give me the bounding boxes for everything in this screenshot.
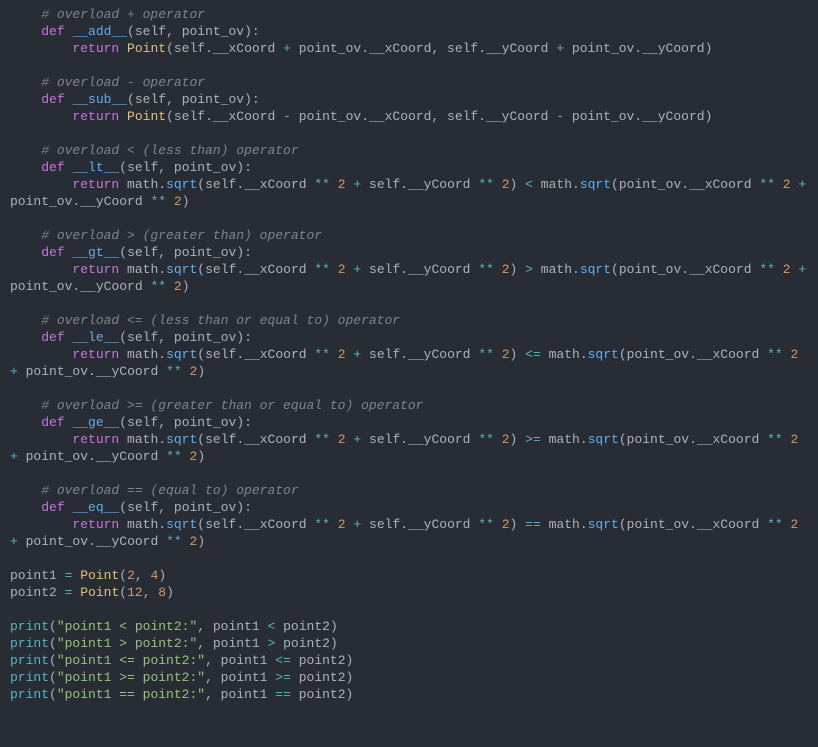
method-lt: __lt__ <box>72 160 119 175</box>
print-call: print <box>10 619 49 634</box>
comment-ge: # overload >= (greater than or equal to)… <box>41 398 423 413</box>
comment-sub: # overload - operator <box>41 75 205 90</box>
comment-add: # overload + operator <box>41 7 205 22</box>
method-le: __le__ <box>72 330 119 345</box>
method-add: __add__ <box>72 24 127 39</box>
comment-gt: # overload > (greater than) operator <box>41 228 322 243</box>
method-sub: __sub__ <box>72 92 127 107</box>
var-point1: point1 <box>10 568 57 583</box>
comment-lt: # overload < (less than) operator <box>41 143 298 158</box>
code-editor[interactable]: # overload + operator def __add__(self, … <box>0 0 818 709</box>
method-eq: __eq__ <box>72 500 119 515</box>
comment-le: # overload <= (less than or equal to) op… <box>41 313 400 328</box>
method-gt: __gt__ <box>72 245 119 260</box>
var-point2: point2 <box>10 585 57 600</box>
method-ge: __ge__ <box>72 415 119 430</box>
comment-eq: # overload == (equal to) operator <box>41 483 298 498</box>
kw-def: def <box>41 24 64 39</box>
